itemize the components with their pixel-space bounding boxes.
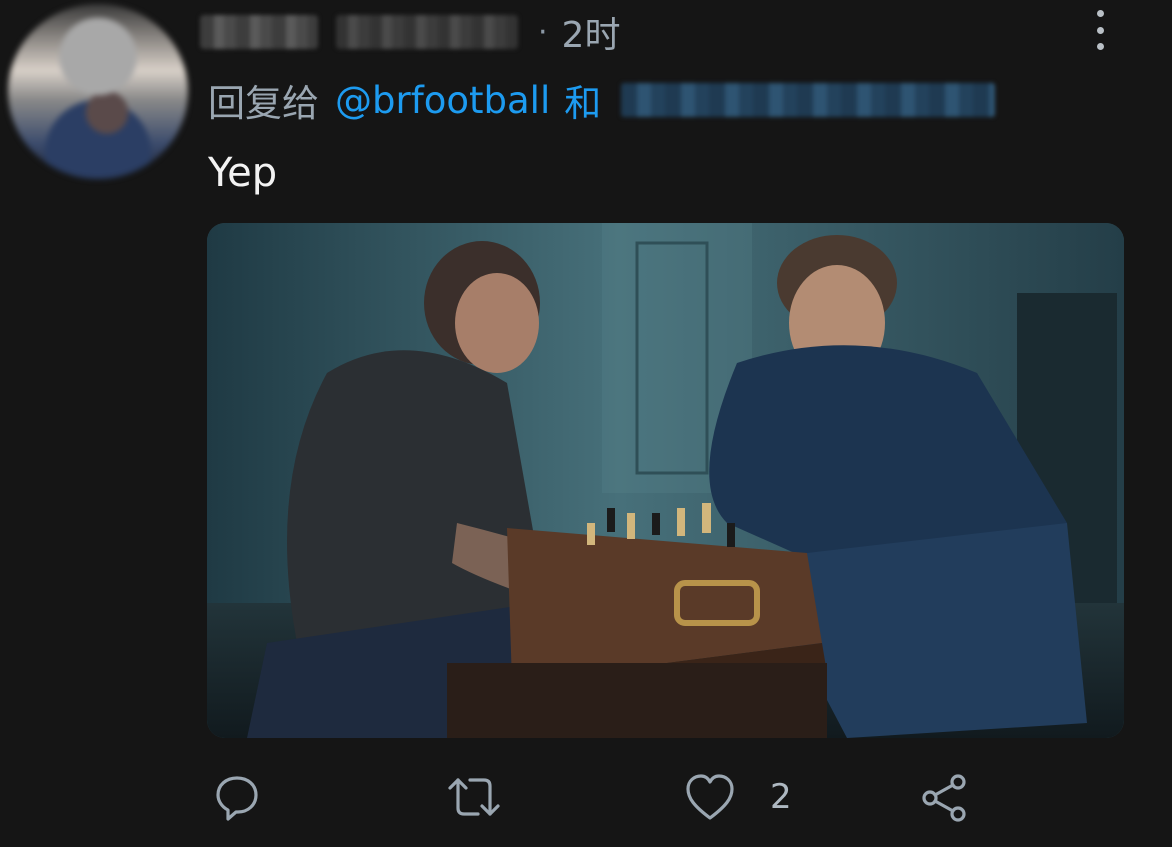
share-button[interactable] xyxy=(920,772,972,824)
more-options-icon[interactable] xyxy=(1085,10,1115,50)
tweet: · 2时 回复给 @brfootball 和 Yep 2 xyxy=(0,0,1172,847)
reply-conjunction: 和 xyxy=(564,82,602,125)
reply-button[interactable] xyxy=(212,772,262,822)
display-name-redacted[interactable] xyxy=(200,15,318,49)
mention-link[interactable]: @brfootball xyxy=(335,79,550,122)
reply-prefix: 回复给 xyxy=(208,82,319,125)
separator: · xyxy=(538,14,548,50)
like-button[interactable]: 2 xyxy=(684,772,792,822)
tweet-header: · 2时 xyxy=(200,6,620,58)
timestamp[interactable]: 2时 xyxy=(562,6,621,58)
avatar[interactable] xyxy=(8,4,188,179)
reply-context: 回复给 @brfootball 和 xyxy=(208,72,996,128)
tweet-image[interactable] xyxy=(207,223,1124,738)
username-redacted[interactable] xyxy=(336,15,518,49)
retweet-button[interactable] xyxy=(444,772,504,822)
heart-icon xyxy=(686,774,734,820)
tweet-text: Yep xyxy=(208,150,278,196)
reply-icon xyxy=(216,776,258,821)
like-count: 2 xyxy=(770,777,792,817)
retweet-icon xyxy=(448,778,500,816)
share-icon xyxy=(922,774,966,822)
second-mention-redacted[interactable] xyxy=(621,83,996,117)
